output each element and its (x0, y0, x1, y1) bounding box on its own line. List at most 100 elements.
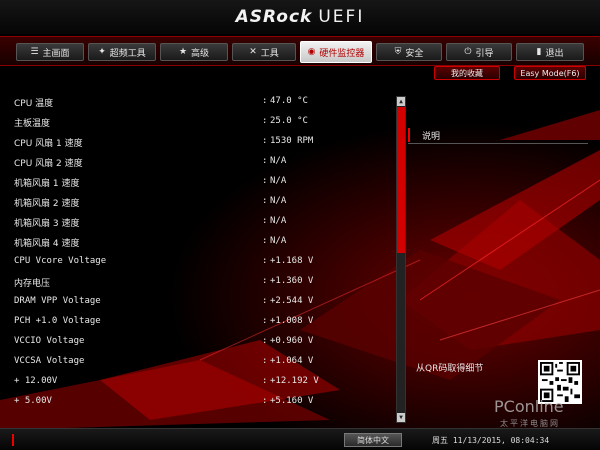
row-colon: : (262, 96, 268, 106)
monitor-row[interactable]: VCCIO Voltage: +0.960 V (0, 332, 395, 352)
row-label: CPU 温度 (14, 99, 54, 109)
monitor-row[interactable]: 内存电压: +1.360 V (0, 272, 395, 292)
row-colon: : (262, 256, 268, 266)
row-label: DRAM VPP Voltage (14, 296, 101, 306)
monitor-row[interactable]: CPU 温度:47.0 °C (0, 92, 395, 112)
monitor-row[interactable]: VCCSA Voltage: +1.064 V (0, 352, 395, 372)
row-value: N/A (270, 236, 287, 246)
row-value: +2.544 V (270, 296, 314, 306)
row-label: 主板温度 (14, 119, 51, 129)
row-colon: : (262, 276, 268, 286)
product-name: UEFI (318, 7, 365, 27)
tab-boot[interactable]: ⏻ 引导 (446, 43, 512, 61)
description-title: 说明 (422, 132, 441, 142)
row-value: N/A (270, 196, 287, 206)
monitor-row[interactable]: + 12.00V: +12.192 V (0, 372, 395, 392)
row-value: N/A (270, 156, 287, 166)
list-scrollbar[interactable]: ▲ ▼ (396, 96, 406, 423)
monitor-icon: ◉ (307, 47, 316, 57)
row-value: 1530 RPM (270, 136, 314, 146)
shield-icon: ⛨ (394, 47, 402, 57)
tab-label: 硬件监控器 (319, 48, 365, 59)
monitor-row[interactable]: 机箱风扇 3 速度: N/A (0, 212, 395, 232)
row-label: 机箱风扇 3 速度 (14, 219, 80, 229)
tab-advanced[interactable]: ★ 高级 (160, 43, 228, 61)
tab-exit[interactable]: ▮ 退出 (516, 43, 584, 61)
footer-bar: 简体中文 周五 11/13/2015, 08:04:34 (0, 428, 600, 450)
monitor-row[interactable]: + 5.00V: +5.160 V (0, 392, 395, 412)
row-colon: : (262, 176, 268, 186)
tab-oc-tweaker[interactable]: ✦ 超频工具 (88, 43, 156, 61)
row-value: 47.0 °C (270, 96, 308, 106)
qr-label: 从QR码取得细节 (416, 364, 484, 374)
tab-label: 超频工具 (109, 48, 146, 59)
row-label: 机箱风扇 4 速度 (14, 239, 80, 249)
list-icon: ☰ (30, 47, 39, 57)
tab-hardware-monitor[interactable]: ◉ 硬件监控器 (300, 41, 372, 63)
description-panel: 说明 (408, 126, 588, 144)
row-label: VCCIO Voltage (14, 336, 85, 346)
row-label: + 12.00V (14, 376, 58, 386)
row-value: +1.064 V (270, 356, 314, 366)
brand-name: ASRock (235, 7, 313, 27)
row-colon: : (262, 396, 268, 406)
row-value: +1.168 V (270, 256, 314, 266)
easy-mode-button[interactable]: Easy Mode(F6) (514, 66, 586, 80)
wrench-icon: ✕ (249, 47, 257, 57)
footer-accent-bar (12, 434, 14, 446)
row-value: +1.360 V (270, 276, 314, 286)
scroll-thumb[interactable] (397, 107, 405, 253)
language-button[interactable]: 简体中文 (344, 433, 402, 447)
row-colon: : (262, 356, 268, 366)
power-icon: ⏻ (464, 47, 472, 57)
tab-label: 引导 (475, 48, 494, 59)
row-value: 25.0 °C (270, 116, 308, 126)
row-value: N/A (270, 176, 287, 186)
row-value: N/A (270, 216, 287, 226)
row-value: +0.960 V (270, 336, 314, 346)
description-accent-bar (408, 128, 410, 142)
tab-label: 主画面 (42, 48, 70, 59)
watermark-logo: PConline (494, 397, 564, 416)
monitor-row[interactable]: 机箱风扇 2 速度: N/A (0, 192, 395, 212)
row-colon: : (262, 316, 268, 326)
monitor-row[interactable]: CPU Vcore Voltage: +1.168 V (0, 252, 395, 272)
row-value: +12.192 V (270, 376, 319, 386)
tab-label: 工具 (260, 48, 279, 59)
row-value: +1.008 V (270, 316, 314, 326)
favorites-button[interactable]: 我的收藏 (434, 66, 500, 80)
tab-main[interactable]: ☰ 主画面 (16, 43, 84, 61)
row-label: CPU 风扇 2 速度 (14, 159, 83, 169)
tab-label: 退出 (545, 48, 564, 59)
row-label: PCH +1.0 Voltage (14, 316, 101, 326)
monitor-row[interactable]: PCH +1.0 Voltage: +1.008 V (0, 312, 395, 332)
monitor-row[interactable]: CPU 风扇 2 速度: N/A (0, 152, 395, 172)
monitor-row[interactable]: CPU 风扇 1 速度:1530 RPM (0, 132, 395, 152)
scroll-up-arrow-icon[interactable]: ▲ (397, 97, 405, 106)
scroll-down-arrow-icon[interactable]: ▼ (397, 413, 405, 422)
tab-tool[interactable]: ✕ 工具 (232, 43, 296, 61)
row-label: CPU Vcore Voltage (14, 256, 107, 266)
monitor-row[interactable]: 主板温度:25.0 °C (0, 112, 395, 132)
row-label: CPU 风扇 1 速度 (14, 139, 83, 149)
star-icon: ★ (178, 47, 188, 57)
row-colon: : (262, 336, 268, 346)
tab-label: 安全 (405, 48, 424, 59)
monitor-row[interactable]: 机箱风扇 4 速度: N/A (0, 232, 395, 252)
row-label: 机箱风扇 1 速度 (14, 179, 80, 189)
row-label: 内存电压 (14, 279, 51, 289)
row-colon: : (262, 136, 268, 146)
exit-icon: ▮ (536, 47, 542, 57)
brand-logo: ASRock UEFI (0, 7, 600, 27)
system-datetime: 周五 11/13/2015, 08:04:34 (432, 436, 550, 445)
row-colon: : (262, 376, 268, 386)
row-colon: : (262, 156, 268, 166)
monitor-row[interactable]: 机箱风扇 1 速度: N/A (0, 172, 395, 192)
tab-label: 高级 (191, 48, 210, 59)
row-colon: : (262, 216, 268, 226)
monitor-row[interactable]: DRAM VPP Voltage: +2.544 V (0, 292, 395, 312)
row-label: 机箱风扇 2 速度 (14, 199, 80, 209)
row-label: VCCSA Voltage (14, 356, 85, 366)
row-colon: : (262, 196, 268, 206)
tab-security[interactable]: ⛨ 安全 (376, 43, 442, 61)
